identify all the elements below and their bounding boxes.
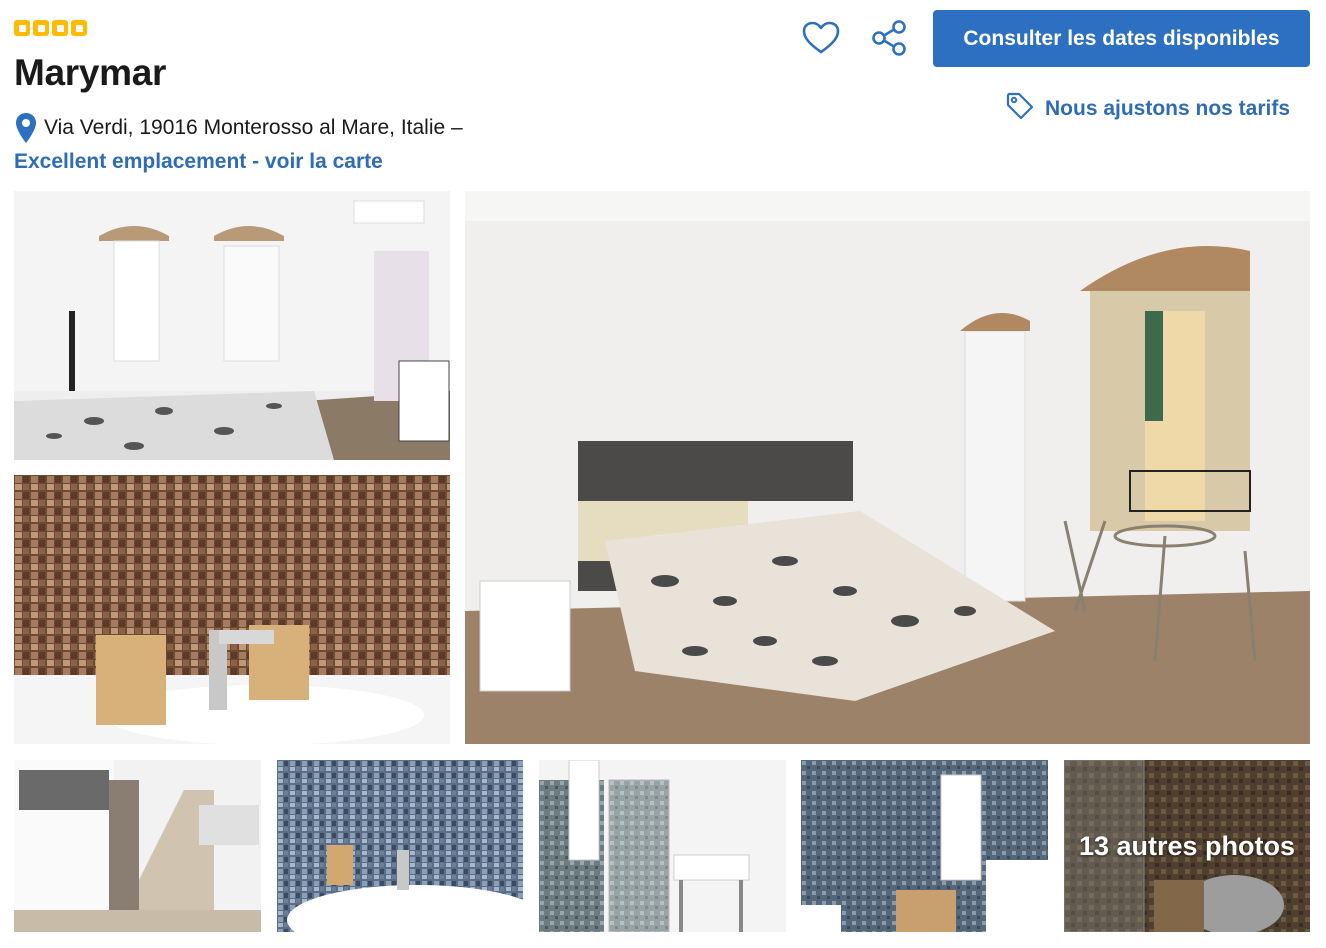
gallery-thumb-shower[interactable] bbox=[539, 760, 786, 932]
star-icon bbox=[33, 20, 49, 36]
property-address: Via Verdi, 19016 Monterosso al Mare, Ita… bbox=[44, 116, 463, 139]
star-icon bbox=[52, 20, 68, 36]
gallery-thumb-staircase[interactable] bbox=[14, 760, 261, 932]
show-map-link[interactable]: Excellent emplacement - voir la carte bbox=[14, 150, 383, 174]
star-icon bbox=[14, 20, 30, 36]
share-icon bbox=[869, 19, 909, 60]
more-photos-label: 13 autres photos bbox=[1078, 830, 1296, 861]
star-rating bbox=[14, 20, 87, 36]
gallery-thumb-sink-blue[interactable] bbox=[277, 760, 523, 932]
tag-icon bbox=[1005, 91, 1035, 126]
heart-icon bbox=[802, 21, 840, 58]
gallery-thumb-towel-rack[interactable] bbox=[801, 760, 1048, 932]
price-match-label: Nous ajustons nos tarifs bbox=[1045, 96, 1291, 120]
address-row: Via Verdi, 19016 Monterosso al Mare, Ita… bbox=[14, 112, 463, 144]
save-favorite-button[interactable] bbox=[800, 18, 842, 60]
star-icon bbox=[71, 20, 87, 36]
share-button[interactable] bbox=[866, 18, 912, 60]
price-match-link[interactable]: Nous ajustons nos tarifs bbox=[1005, 91, 1290, 126]
check-availability-button[interactable]: Consulter les dates disponibles bbox=[933, 10, 1310, 67]
gallery-photo-bathroom-sink[interactable] bbox=[14, 475, 450, 744]
gallery-photo-bedroom-wide[interactable] bbox=[14, 191, 450, 460]
map-pin-icon bbox=[14, 112, 38, 144]
property-title: Marymar bbox=[14, 52, 167, 93]
gallery-photo-bedroom-main[interactable] bbox=[465, 191, 1310, 744]
more-photos-overlay: 13 autres photos bbox=[1064, 760, 1310, 932]
gallery-thumb-more-photos[interactable]: 13 autres photos bbox=[1064, 760, 1310, 932]
